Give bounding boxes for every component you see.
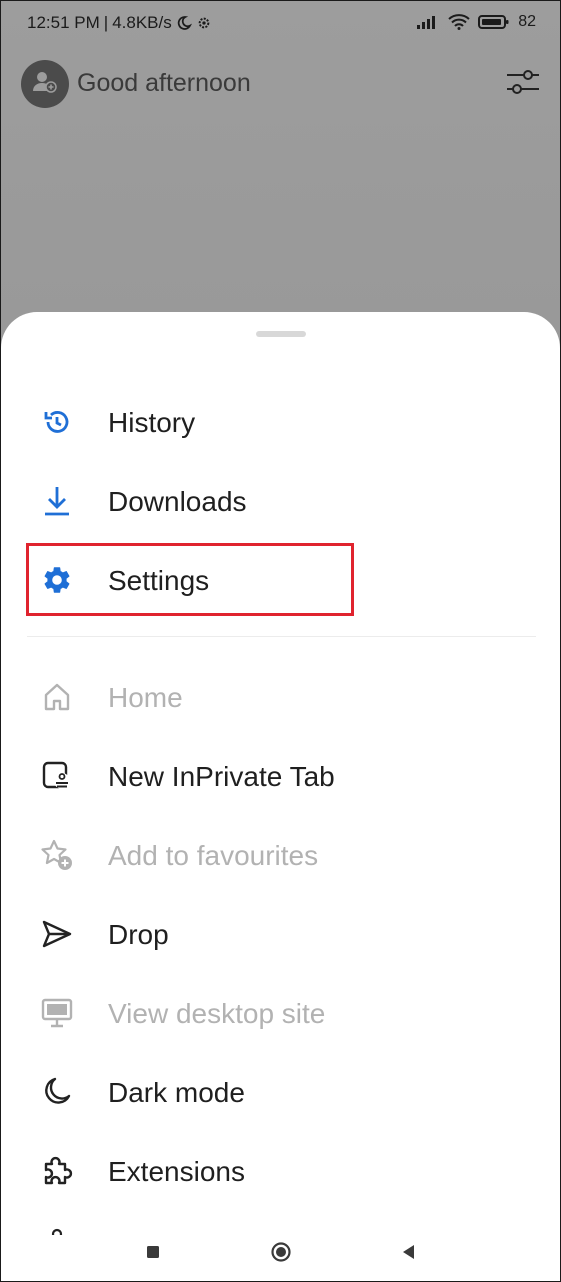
menu-item-label: Extensions [108,1156,245,1187]
add-profile-icon [31,68,59,101]
battery-icon [478,14,510,30]
back-button[interactable] [394,1240,422,1268]
network-speed: 4.8KB/s [112,13,172,32]
signal-icon [416,14,440,30]
menu-item-label: View desktop site [108,998,326,1029]
home-icon [39,679,75,715]
puzzle-icon [39,1153,75,1189]
moon-icon [39,1074,75,1110]
menu-item-label: History [108,407,196,438]
system-nav-bar [1,1226,560,1281]
home-circle-icon [270,1241,292,1268]
download-icon [39,483,75,519]
profile-avatar[interactable] [21,60,69,108]
add-favourite-icon [39,837,75,873]
menu-item-downloads[interactable]: Downloads [1,470,560,530]
menu-item-label: Add to favourites [108,840,319,871]
desktop-icon [39,995,75,1031]
recents-button[interactable] [139,1240,167,1268]
greeting-text: Good afternoon [77,69,251,97]
status-time: 12:51 PM [27,13,100,32]
menu-item-add-to-favourites: Add to favourites [1,824,560,884]
status-separator: | [103,13,109,32]
home-button[interactable] [267,1240,295,1268]
settings-gear-icon [196,15,212,31]
menu-item-extensions[interactable]: Extensions [1,1140,560,1200]
menu-item-view-desktop-site: View desktop site [1,982,560,1042]
header: Good afternoon [21,59,540,108]
screen: 12:51 PM | 4.8KB/s 82 Good afternoon His… [0,0,561,1282]
menu-item-dark-mode[interactable]: Dark mode [1,1061,560,1121]
menu-item-new-inprivate-tab[interactable]: New InPrivate Tab [1,745,560,805]
sheet-drag-handle[interactable] [256,331,306,337]
history-icon [39,404,75,440]
inprivate-tab-icon [39,758,75,794]
menu-item-label: Downloads [108,486,247,517]
moon-icon [176,15,192,31]
battery-percent: 82 [518,13,536,30]
menu-item-label: Home [108,682,183,713]
menu-bottom-sheet: History Downloads Settings Home New InPr… [1,312,560,1281]
menu-item-label: Drop [108,919,169,950]
recents-square-icon [145,1244,161,1265]
settings-highlight-box [26,543,354,616]
menu-item-home: Home [1,666,560,726]
menu-item-label: New InPrivate Tab [108,761,335,792]
menu-item-drop[interactable]: Drop [1,903,560,963]
wifi-icon [448,14,470,30]
customize-button[interactable] [506,67,540,97]
tune-sliders-icon [506,70,540,101]
menu-divider [27,636,536,637]
send-icon [39,916,75,952]
menu-item-label: Dark mode [108,1077,245,1108]
menu-item-history[interactable]: History [1,391,560,451]
status-bar: 12:51 PM | 4.8KB/s 82 [1,1,560,45]
back-triangle-icon [400,1243,416,1266]
